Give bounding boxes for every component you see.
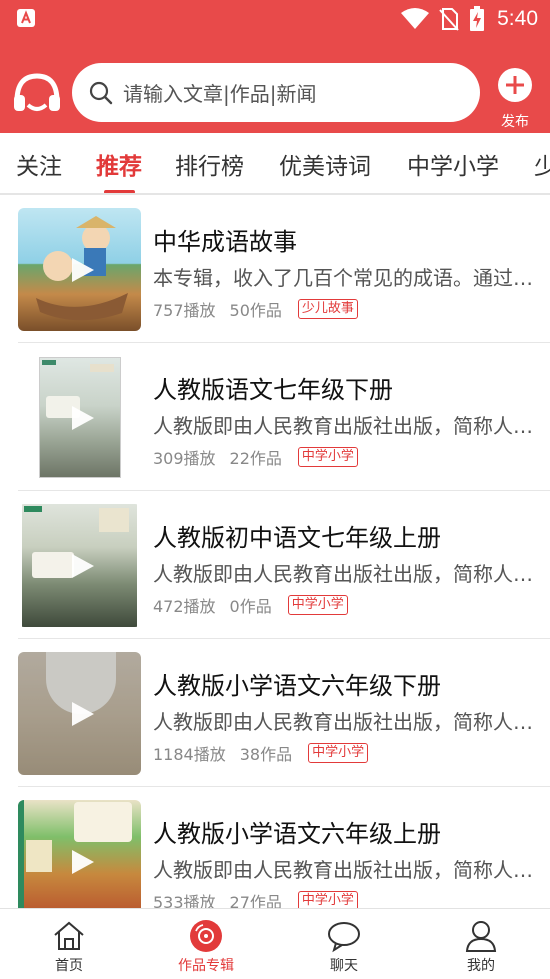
category-badge: 中学小学 bbox=[297, 891, 358, 908]
chat-bubble-icon bbox=[328, 922, 360, 953]
publish-button[interactable]: 发布 bbox=[495, 66, 535, 130]
search-placeholder: 请输入文章|作品|新闻 bbox=[123, 82, 317, 106]
tab-follow[interactable]: 关注 bbox=[16, 147, 62, 181]
item-meta: 1184播放 38作品 中学小学 bbox=[153, 741, 369, 765]
album-disc-icon bbox=[190, 920, 222, 952]
item-title: 人教版初中语文七年级上册 bbox=[153, 524, 441, 552]
album-cover bbox=[18, 652, 141, 775]
play-icon bbox=[71, 849, 94, 874]
work-count: 0作品 bbox=[229, 597, 272, 616]
headphones-logo-icon[interactable] bbox=[12, 71, 62, 117]
no-sim-icon bbox=[439, 8, 459, 31]
item-title: 人教版语文七年级下册 bbox=[153, 376, 393, 404]
item-title: 人教版小学语文六年级上册 bbox=[153, 820, 441, 848]
item-meta: 309播放 22作品 中学小学 bbox=[153, 445, 358, 469]
album-cover bbox=[18, 800, 141, 908]
item-description: 人教版即由人民教育出版社出版，简称人教版 bbox=[153, 562, 533, 586]
list-item[interactable]: 人教版初中语文七年级上册 人教版即由人民教育出版社出版，简称人教版 472播放 … bbox=[0, 491, 550, 639]
work-count: 22作品 bbox=[229, 449, 282, 468]
item-description: 本专辑，收入了几百个常见的成语。通过生动有趣的故事 bbox=[153, 266, 533, 290]
play-count: 309播放 bbox=[153, 449, 216, 468]
play-icon bbox=[71, 405, 94, 430]
tab-children[interactable]: 少 bbox=[534, 147, 550, 181]
category-badge: 中学小学 bbox=[287, 595, 348, 615]
list-item[interactable]: 中华成语故事 本专辑，收入了几百个常见的成语。通过生动有趣的故事 757播放 5… bbox=[0, 195, 550, 343]
play-count: 1184播放 bbox=[153, 745, 226, 764]
item-meta: 533播放 27作品 中学小学 bbox=[153, 889, 358, 908]
list-item[interactable]: 人教版语文七年级下册 人教版即由人民教育出版社出版，简称人教版 309播放 22… bbox=[0, 343, 550, 491]
home-icon bbox=[54, 921, 84, 950]
tab-ranking[interactable]: 排行榜 bbox=[175, 147, 244, 181]
play-count: 533播放 bbox=[153, 893, 216, 908]
item-description: 人教版即由人民教育出版社出版，简称人教版 bbox=[153, 858, 533, 882]
category-badge: 中学小学 bbox=[308, 743, 369, 763]
album-list: 中华成语故事 本专辑，收入了几百个常见的成语。通过生动有趣的故事 757播放 5… bbox=[0, 195, 550, 908]
category-badge: 中学小学 bbox=[297, 447, 358, 467]
item-description: 人教版即由人民教育出版社出版，简称人教版 bbox=[153, 414, 533, 438]
wifi-icon bbox=[401, 8, 430, 29]
play-count: 472播放 bbox=[153, 597, 216, 616]
play-icon bbox=[71, 257, 94, 282]
nav-mine-label: 我的 bbox=[467, 958, 495, 974]
nav-chat-label: 聊天 bbox=[330, 958, 358, 974]
work-count: 27作品 bbox=[229, 893, 282, 908]
app-header: 请输入文章|作品|新闻 发布 bbox=[0, 38, 550, 133]
item-title: 人教版小学语文六年级下册 bbox=[153, 672, 441, 700]
item-meta: 757播放 50作品 少儿故事 bbox=[153, 297, 358, 321]
play-icon bbox=[71, 553, 94, 578]
plus-circle-icon bbox=[498, 68, 532, 102]
album-cover bbox=[18, 356, 141, 479]
nav-home-label: 首页 bbox=[55, 958, 83, 974]
bottom-navigation: 首页 作品专辑 聊天 我的 bbox=[0, 908, 550, 979]
nav-mine[interactable]: 我的 bbox=[426, 919, 536, 975]
app-a-icon bbox=[17, 9, 35, 27]
item-description: 人教版即由人民教育出版社出版，简称人教版 bbox=[153, 710, 533, 734]
list-item[interactable]: 人教版小学语文六年级下册 人教版即由人民教育出版社出版，简称人教版 1184播放… bbox=[0, 639, 550, 787]
battery-charging-icon bbox=[470, 6, 485, 31]
tab-poetry[interactable]: 优美诗词 bbox=[279, 147, 371, 181]
category-badge: 少儿故事 bbox=[297, 299, 358, 319]
work-count: 50作品 bbox=[229, 301, 282, 320]
publish-label: 发布 bbox=[501, 114, 529, 130]
work-count: 38作品 bbox=[239, 745, 293, 764]
status-bar: 5:40 bbox=[0, 0, 550, 38]
album-cover bbox=[18, 504, 141, 627]
search-icon bbox=[89, 81, 113, 104]
user-icon bbox=[465, 921, 497, 952]
album-cover bbox=[18, 208, 141, 331]
item-title: 中华成语故事 bbox=[153, 228, 297, 256]
active-tab-indicator bbox=[104, 190, 135, 193]
status-time: 5:40 bbox=[497, 7, 538, 30]
category-tabs: 关注 推荐 排行榜 优美诗词 中学小学 少 bbox=[0, 133, 550, 195]
search-bar[interactable]: 请输入文章|作品|新闻 bbox=[72, 63, 480, 122]
play-count: 757播放 bbox=[153, 301, 216, 320]
nav-albums-label: 作品专辑 bbox=[178, 958, 234, 974]
list-item[interactable]: 人教版小学语文六年级上册 人教版即由人民教育出版社出版，简称人教版 533播放 … bbox=[0, 787, 550, 908]
play-icon bbox=[71, 701, 94, 726]
item-meta: 472播放 0作品 中学小学 bbox=[153, 593, 348, 617]
tab-recommend[interactable]: 推荐 bbox=[96, 147, 142, 181]
nav-albums[interactable]: 作品专辑 bbox=[151, 919, 261, 975]
nav-home[interactable]: 首页 bbox=[14, 919, 124, 975]
nav-chat[interactable]: 聊天 bbox=[289, 919, 399, 975]
tab-school[interactable]: 中学小学 bbox=[407, 147, 499, 181]
